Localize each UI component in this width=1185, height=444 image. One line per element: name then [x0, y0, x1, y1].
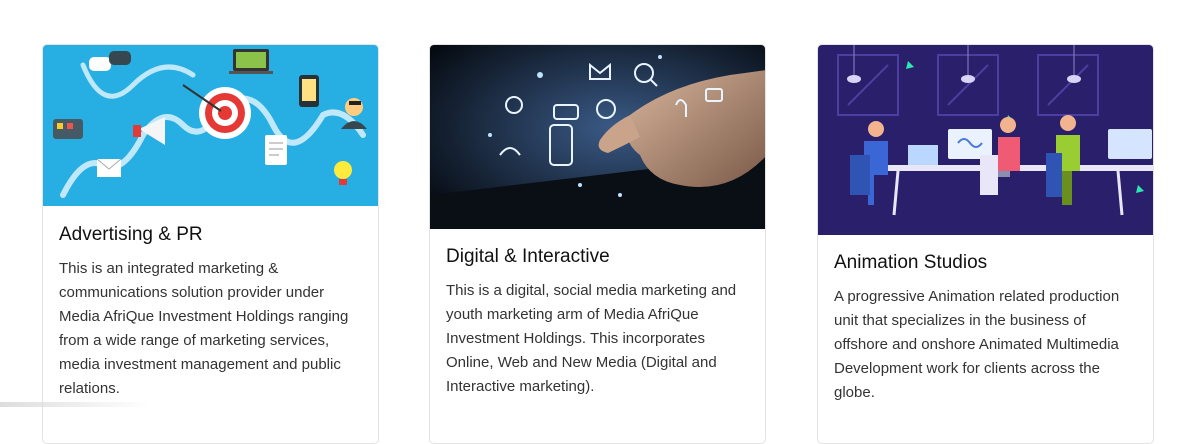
card-title[interactable]: Advertising & PR: [59, 223, 360, 247]
card-title[interactable]: Digital & Interactive: [446, 245, 747, 269]
service-card-advertising[interactable]: Advertising & PR This is an integrated m…: [42, 44, 379, 444]
card-body: Animation Studios A progressive Animatio…: [834, 251, 1135, 405]
card-title[interactable]: Animation Studios: [834, 251, 1135, 275]
card-description: This is a digital, social media marketin…: [446, 282, 737, 395]
service-card-digital[interactable]: Digital & Interactive This is a digital,…: [429, 44, 766, 444]
animation-studio-illustration-image: [818, 45, 1153, 235]
card-description: This is an integrated marketing & commun…: [59, 260, 349, 397]
marketing-illustration-image: [43, 45, 378, 206]
divider: [0, 402, 150, 407]
card-body: Digital & Interactive This is a digital,…: [446, 245, 747, 399]
card-body: Advertising & PR This is an integrated m…: [59, 223, 360, 401]
service-card-animation[interactable]: Animation Studios A progressive Animatio…: [817, 44, 1154, 444]
card-description: A progressive Animation related producti…: [834, 288, 1120, 401]
touchscreen-photo-image: [430, 45, 765, 229]
